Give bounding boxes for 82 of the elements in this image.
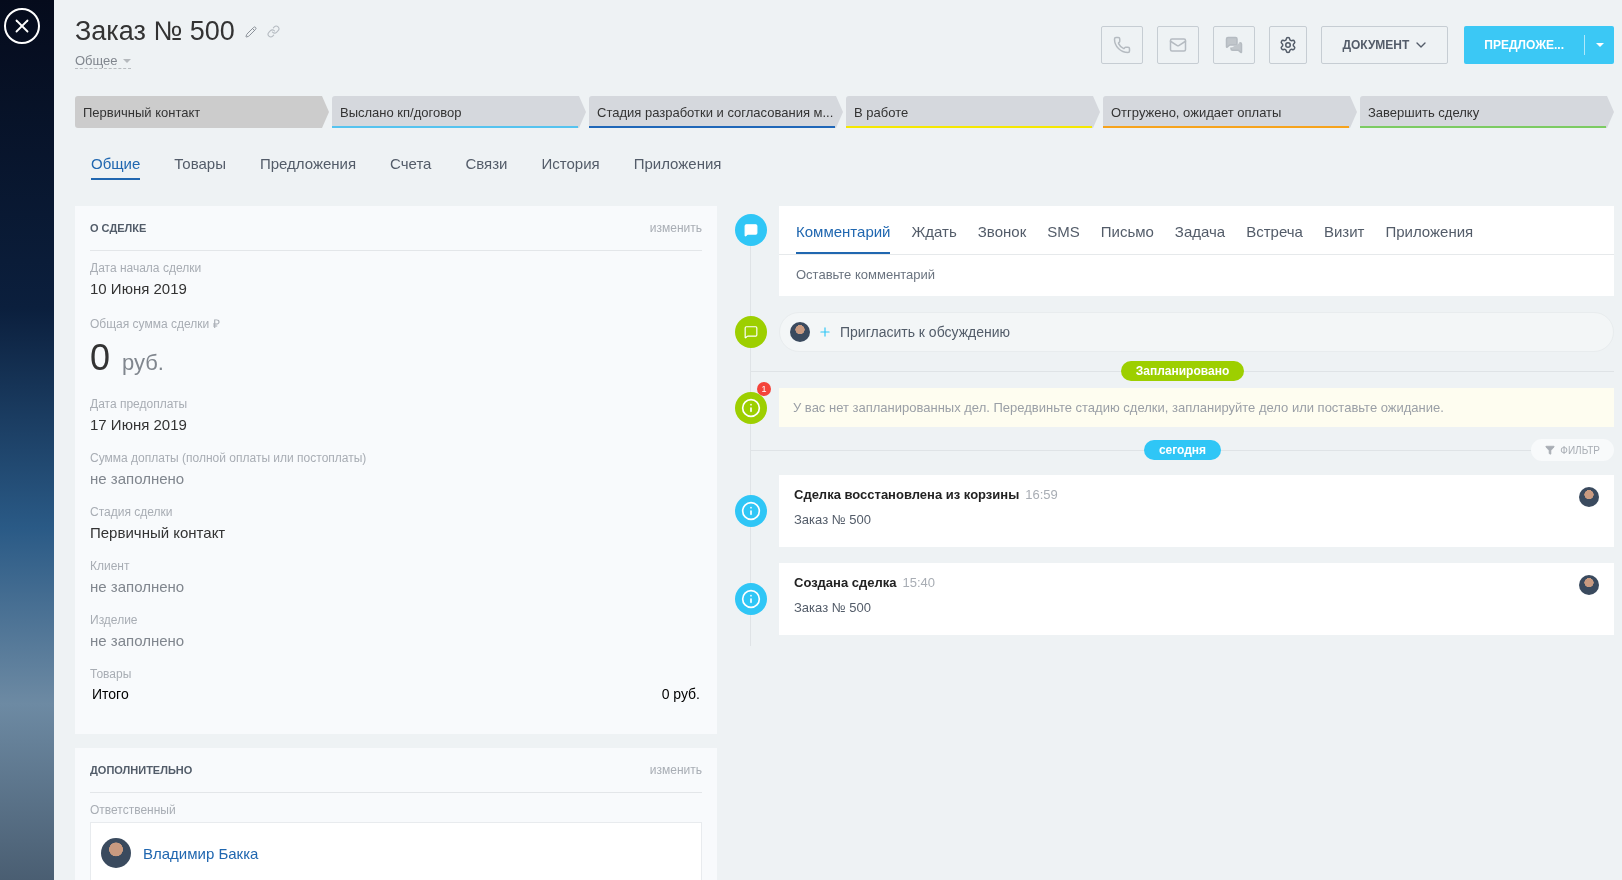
composer-tab[interactable]: Задача bbox=[1174, 223, 1226, 254]
info-icon bbox=[735, 391, 767, 424]
field-label: Товары bbox=[90, 667, 133, 681]
tab[interactable]: Связи bbox=[465, 154, 508, 180]
event-subtitle: Заказ № 500 bbox=[794, 600, 872, 615]
comment-field[interactable]: Оставьте комментарий bbox=[779, 255, 1614, 296]
empty-field-value: не заполнено bbox=[90, 632, 186, 649]
field-label: Сумма доплаты (полной оплаты или постоплаты) bbox=[90, 451, 368, 465]
chat-button[interactable] bbox=[1213, 26, 1256, 64]
today-label: сегодня bbox=[1143, 440, 1222, 460]
composer-tab[interactable]: Ждать bbox=[911, 223, 957, 254]
field-label: Дата предоплаты bbox=[90, 397, 189, 411]
field-label: Ответственный bbox=[90, 803, 177, 817]
field-label: Дата начала сделки bbox=[90, 261, 203, 275]
tab[interactable]: Приложения bbox=[633, 154, 722, 180]
event-time: 15:40 bbox=[902, 575, 936, 590]
call-button[interactable] bbox=[1101, 26, 1144, 64]
filter-icon bbox=[1545, 445, 1556, 455]
empty-field-value: не заполнено bbox=[90, 470, 186, 487]
planned-label: Запланировано bbox=[1120, 361, 1245, 381]
avatar-icon bbox=[790, 322, 810, 342]
composer-tab[interactable]: Приложения bbox=[1385, 223, 1474, 254]
composer-tab[interactable]: SMS bbox=[1047, 223, 1080, 254]
plus-icon bbox=[818, 325, 832, 339]
field-label: Клиент bbox=[90, 559, 131, 573]
caret-icon bbox=[122, 58, 131, 63]
avatar-icon bbox=[101, 838, 131, 868]
stage-step[interactable]: Завершить сделку bbox=[1360, 96, 1614, 128]
stage-step[interactable]: Выслано кп/договор bbox=[332, 96, 586, 128]
chat-bubble-icon bbox=[735, 316, 767, 348]
stage-step[interactable]: Стадия разработки и согласования м... bbox=[589, 96, 843, 128]
category-dropdown[interactable]: Общее bbox=[75, 53, 131, 69]
composer-tab[interactable]: Звонок bbox=[977, 223, 1027, 254]
person-link[interactable]: Владимир Бакка bbox=[143, 844, 259, 862]
field-label: Стадия сделки bbox=[90, 505, 174, 519]
event-time: 16:59 bbox=[1025, 487, 1058, 502]
invite-button[interactable]: Пригласить к обсуждению bbox=[779, 312, 1614, 352]
amount-value: 0 bbox=[90, 337, 111, 379]
stage-step[interactable]: В работе bbox=[846, 96, 1100, 128]
composer-tab[interactable]: Встреча bbox=[1246, 223, 1303, 254]
event-title: Создана сделка bbox=[794, 575, 897, 590]
avatar-icon bbox=[1579, 575, 1599, 595]
composer-tab[interactable]: Письмо bbox=[1100, 223, 1154, 254]
composer-tab[interactable]: Визит bbox=[1323, 223, 1365, 254]
total-value: 0 руб. bbox=[661, 686, 700, 702]
phone-icon bbox=[1113, 36, 1132, 54]
notice-text: У вас нет запланированных дел. Передвиньте стадию сделки, запланируйте дело или поставьте ожидание. bbox=[779, 388, 1614, 427]
mail-icon bbox=[1169, 36, 1188, 54]
close-button[interactable] bbox=[4, 8, 40, 44]
info-icon bbox=[735, 495, 767, 527]
stage-step[interactable]: Первичный контакт bbox=[75, 96, 329, 128]
email-button[interactable] bbox=[1157, 26, 1200, 64]
caret-icon bbox=[1595, 43, 1604, 47]
total-label: Итого bbox=[92, 686, 129, 702]
link-icon[interactable] bbox=[266, 25, 280, 38]
event-subtitle: Заказ № 500 bbox=[794, 512, 872, 527]
avatar-icon bbox=[1579, 487, 1599, 507]
currency-unit: руб. bbox=[122, 350, 164, 376]
deal-title: Заказ № 500 bbox=[75, 16, 235, 47]
tab[interactable]: Предложения bbox=[259, 154, 357, 180]
field-value: 10 Июня 2019 bbox=[90, 280, 188, 297]
settings-button[interactable] bbox=[1269, 26, 1308, 64]
field-label: Изделие bbox=[90, 613, 139, 627]
tab[interactable]: Товары bbox=[174, 154, 226, 180]
card-title: ДОПОЛНИТЕЛЬНО bbox=[90, 764, 193, 776]
field-label: Общая сумма сделки ₽ bbox=[90, 316, 221, 332]
field-value: Первичный контакт bbox=[90, 524, 227, 541]
settings-icon bbox=[1279, 36, 1298, 54]
pencil-icon[interactable] bbox=[244, 25, 257, 38]
info-icon bbox=[735, 583, 767, 615]
tab[interactable]: История bbox=[541, 154, 600, 180]
comment-icon bbox=[735, 214, 767, 246]
stage-step[interactable]: Отгружено, ожидает оплаты bbox=[1103, 96, 1357, 128]
card-title: О СДЕЛКЕ bbox=[90, 222, 147, 234]
document-button[interactable]: ДОКУМЕНТ bbox=[1321, 26, 1449, 64]
tab[interactable]: Счета bbox=[390, 154, 432, 180]
empty-field-value: не заполнено bbox=[90, 578, 186, 595]
chat-icon bbox=[1225, 36, 1244, 54]
field-value: 17 Июня 2019 bbox=[90, 416, 188, 433]
tab[interactable]: Общие bbox=[91, 154, 141, 180]
notification-badge: 1 bbox=[757, 382, 771, 396]
event-title: Сделка восстановлена из корзины bbox=[794, 487, 1020, 502]
